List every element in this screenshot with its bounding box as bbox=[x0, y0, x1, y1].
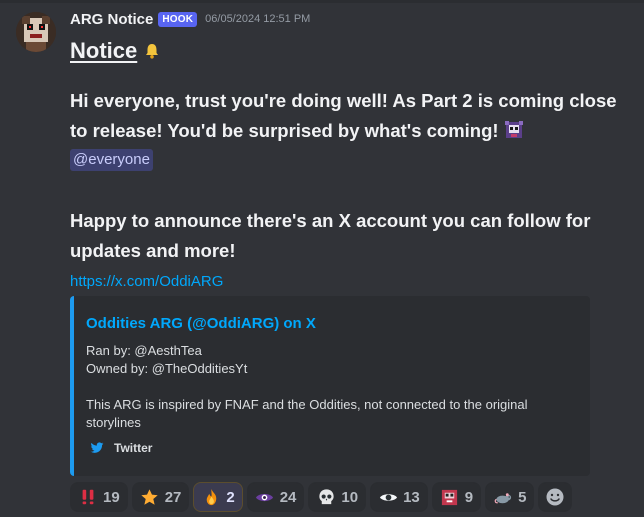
reaction-rat[interactable]: 5 bbox=[485, 482, 535, 512]
reaction-fire[interactable]: 2 bbox=[193, 482, 243, 512]
username[interactable]: ARG Notice bbox=[70, 11, 153, 28]
notice-title-text: Notice bbox=[70, 38, 138, 63]
link-embed: Oddities ARG (@OddiARG) on X Ran by: @Ae… bbox=[70, 296, 590, 476]
embed-footer: Twitter bbox=[90, 441, 152, 455]
embed-description-line: Ran by: @AesthTea bbox=[86, 343, 202, 358]
reaction-custom-character[interactable]: 9 bbox=[431, 482, 482, 512]
message-paragraph-2: Happy to announce there's an X account y… bbox=[70, 210, 591, 261]
avatar[interactable] bbox=[16, 12, 56, 52]
timestamp: 06/05/2024 12:51 PM bbox=[205, 13, 311, 25]
embed-footer-text: Twitter bbox=[114, 441, 153, 455]
eye-icon bbox=[255, 487, 275, 507]
notice-title: Notice bbox=[70, 38, 161, 64]
embed-description-line: Owned by: @TheOdditiesYt bbox=[86, 361, 248, 376]
custom-character-icon bbox=[440, 487, 460, 507]
eye-icon bbox=[378, 487, 398, 507]
reaction-eye[interactable]: 13 bbox=[370, 482, 428, 512]
hook-badge: HOOK bbox=[158, 11, 198, 27]
message-paragraph-1: Hi everyone, trust you're doing well! As… bbox=[70, 86, 630, 146]
reaction-count: 13 bbox=[403, 488, 420, 506]
reaction-count: 19 bbox=[103, 488, 120, 506]
embed-description-line: This ARG is inspired by FNAF and the Odd… bbox=[86, 397, 528, 430]
double-exclamation-icon bbox=[78, 487, 98, 507]
message: ARG Notice HOOK 06/05/2024 12:51 PM Noti… bbox=[0, 0, 644, 517]
reaction-count: 24 bbox=[279, 488, 297, 506]
twitter-bird-icon bbox=[90, 442, 104, 453]
fire-icon bbox=[201, 487, 221, 507]
reaction-count: 2 bbox=[226, 488, 235, 506]
reactions-bar: 19 27 2 24 10 13 9 5 bbox=[70, 482, 573, 512]
reaction-skull[interactable]: 10 bbox=[308, 482, 367, 512]
skull-icon bbox=[316, 487, 336, 507]
avatar-image bbox=[16, 12, 56, 52]
embed-title[interactable]: Oddities ARG (@OddiARG) on X bbox=[86, 315, 316, 332]
reaction-eye[interactable]: 24 bbox=[246, 482, 305, 512]
everyone-mention[interactable]: @everyone bbox=[70, 149, 153, 171]
message-paragraph-1-text: Hi everyone, trust you're doing well! As… bbox=[70, 90, 617, 141]
reaction-count: 9 bbox=[464, 488, 474, 506]
star-icon bbox=[140, 487, 160, 507]
reaction-count: 10 bbox=[341, 488, 359, 506]
custom-character-emoji-icon bbox=[504, 121, 523, 138]
rat-icon bbox=[493, 487, 513, 507]
reaction-count: 5 bbox=[518, 488, 527, 506]
x-account-link[interactable]: https://x.com/OddiARG bbox=[70, 273, 223, 290]
smile-icon bbox=[545, 487, 565, 507]
reaction-count: 27 bbox=[164, 488, 182, 506]
message-header: ARG Notice HOOK 06/05/2024 12:51 PM bbox=[70, 9, 310, 29]
reaction-star[interactable]: 27 bbox=[131, 482, 190, 512]
reaction-double-exclamation[interactable]: 19 bbox=[70, 482, 128, 512]
add-reaction-button[interactable] bbox=[538, 482, 573, 512]
bell-icon bbox=[146, 44, 159, 59]
